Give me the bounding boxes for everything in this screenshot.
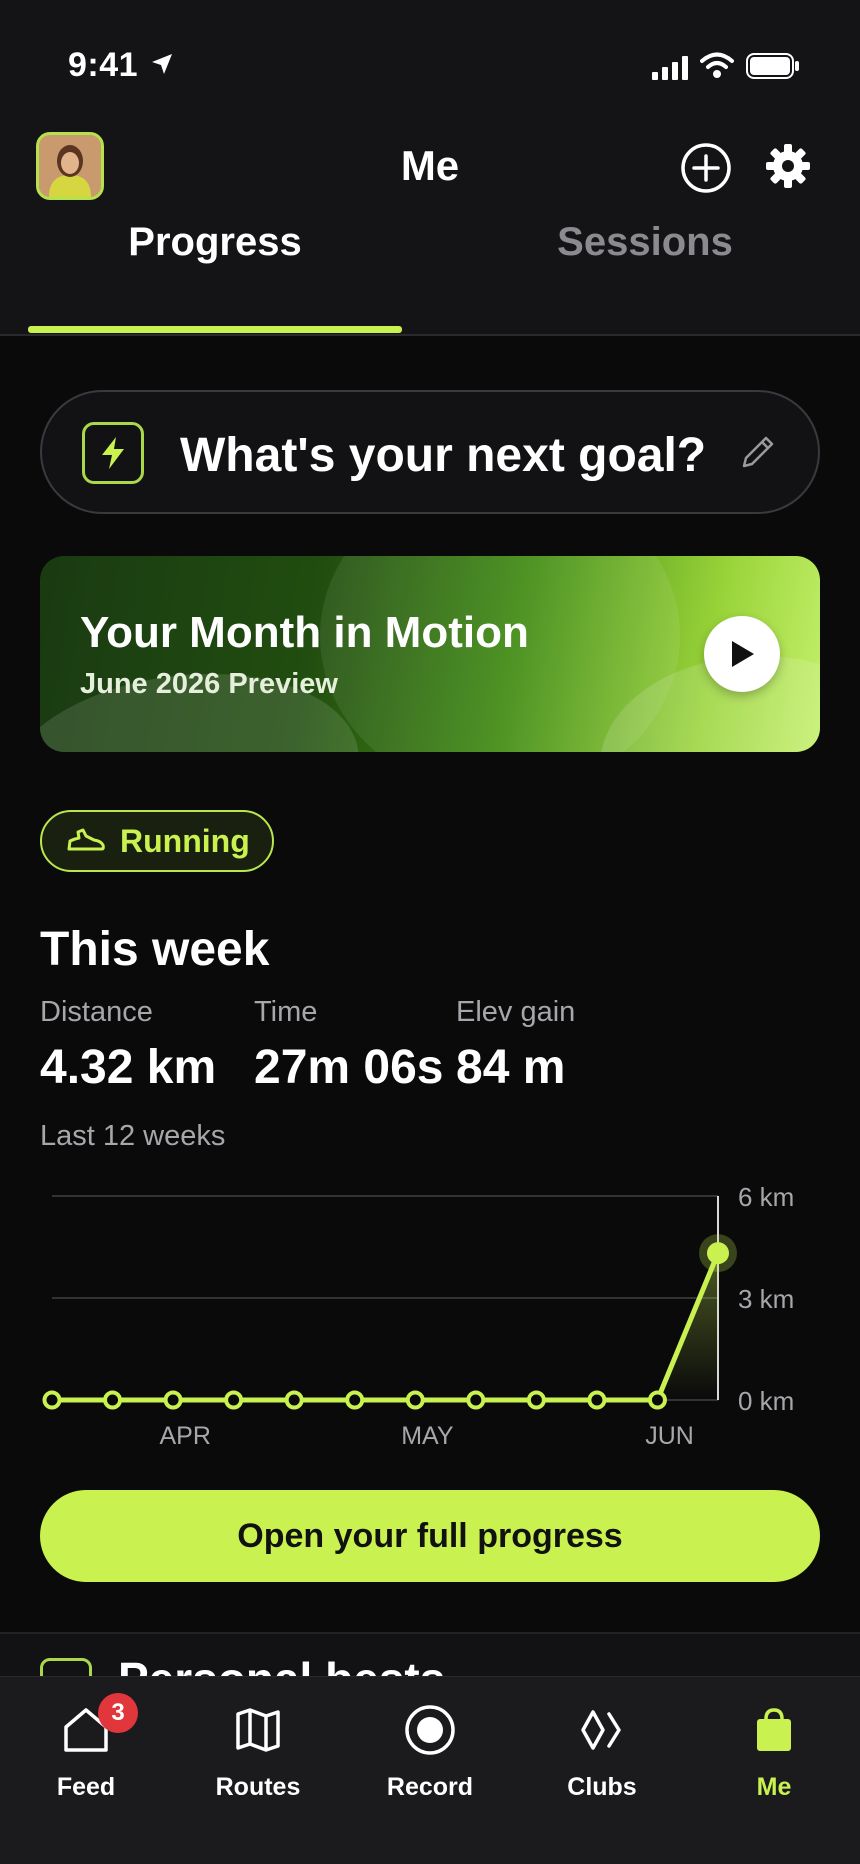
header-divider	[0, 334, 860, 336]
tabbar-label: Me	[756, 1773, 792, 1801]
chart-x-tick-label: APR	[159, 1422, 210, 1450]
chart-point	[224, 1390, 244, 1410]
chart-point	[587, 1390, 607, 1410]
clubs-diamond-icon	[581, 1710, 621, 1750]
header: Me Progress Sessions	[0, 120, 860, 336]
chart-point	[466, 1390, 486, 1410]
chart-point	[405, 1390, 425, 1410]
tabbar-item-feed[interactable]: 3 Feed	[0, 1693, 172, 1802]
record-icon	[405, 1705, 455, 1755]
section-title-this-week: This week	[40, 923, 270, 976]
chart-point-current	[707, 1242, 729, 1265]
stat-value-distance: 4.32 km	[40, 1041, 217, 1094]
tabbar-label: Routes	[215, 1773, 301, 1801]
chart-point	[163, 1390, 183, 1410]
shopping-bag-icon	[757, 1708, 791, 1751]
tabbar-item-routes[interactable]: Routes	[172, 1699, 344, 1802]
battery-icon	[746, 53, 799, 79]
chart-caption: Last 12 weeks	[40, 1120, 226, 1152]
chart-x-tick-label: MAY	[401, 1422, 454, 1450]
chart-point	[345, 1390, 365, 1410]
wifi-icon	[700, 52, 734, 78]
chart-point	[42, 1390, 62, 1410]
gear-icon[interactable]	[764, 142, 812, 190]
tabbar-label: Clubs	[567, 1773, 637, 1801]
chart-area	[52, 1253, 718, 1400]
chart-point	[103, 1390, 123, 1410]
tab-sessions[interactable]: Sessions	[458, 220, 832, 265]
tabbar-item-record[interactable]: Record	[344, 1699, 516, 1802]
tabbar-item-me[interactable]: Me	[688, 1699, 860, 1802]
chart-point	[647, 1390, 667, 1410]
tabbar-item-clubs[interactable]: Clubs	[516, 1699, 688, 1802]
play-icon	[732, 641, 754, 667]
activity-chip-label: Running	[120, 822, 250, 859]
running-shoe-icon	[67, 828, 105, 851]
tabbar-label: Record	[386, 1773, 474, 1801]
status-bar: 9:41	[0, 0, 860, 120]
pencil-edit-icon[interactable]	[738, 432, 778, 472]
stat-value-elevation: 84 m	[456, 1041, 566, 1094]
stat-value-time: 27m 06s	[254, 1041, 444, 1094]
banner-decor	[40, 651, 373, 752]
active-tab-indicator	[28, 326, 402, 333]
goal-input-button[interactable]: What's your next goal?	[40, 390, 820, 514]
home-indicator	[290, 1839, 570, 1849]
goal-prompt: What's your next goal?	[180, 429, 707, 482]
notification-badge: 3	[98, 1693, 138, 1733]
month-in-motion-banner[interactable]: Your Month in Motion June 2026 Preview	[40, 556, 820, 752]
bottom-tab-bar: 3 Feed Routes Record Clubs Me	[0, 1676, 860, 1864]
stat-label-elevation: Elev gain	[456, 996, 576, 1028]
weekly-distance-chart: 6 km 3 km 0 km APR MAY JUN	[42, 1182, 794, 1450]
personal-bests-section: Personal bests	[0, 1632, 860, 1682]
cellular-signal-icon	[652, 56, 688, 80]
stat-label-distance: Distance	[40, 996, 153, 1028]
tabbar-label: Feed	[56, 1773, 116, 1801]
status-time: 9:41	[68, 46, 139, 84]
stat-label-time: Time	[254, 996, 318, 1028]
chart-y-tick-label: 0 km	[738, 1386, 794, 1416]
lightning-bolt-icon	[82, 422, 144, 484]
chart-y-tick-label: 3 km	[738, 1284, 794, 1314]
tab-progress[interactable]: Progress	[28, 220, 402, 265]
banner-title: Your Month in Motion	[80, 608, 529, 657]
chart-point	[284, 1390, 304, 1410]
chart-x-tick-label: JUN	[645, 1422, 694, 1450]
open-full-progress-button[interactable]: Open your full progress	[40, 1490, 820, 1582]
chart-point	[526, 1390, 546, 1410]
map-icon	[236, 1708, 280, 1752]
activity-filter-chip[interactable]: Running	[40, 810, 274, 872]
banner-subtitle: June 2026 Preview	[80, 668, 338, 700]
location-arrow-icon	[152, 54, 172, 74]
chart-series-line	[52, 1252, 721, 1403]
add-icon[interactable]	[680, 142, 732, 194]
chart-y-tick-label: 6 km	[738, 1182, 794, 1212]
play-button[interactable]	[704, 616, 780, 692]
